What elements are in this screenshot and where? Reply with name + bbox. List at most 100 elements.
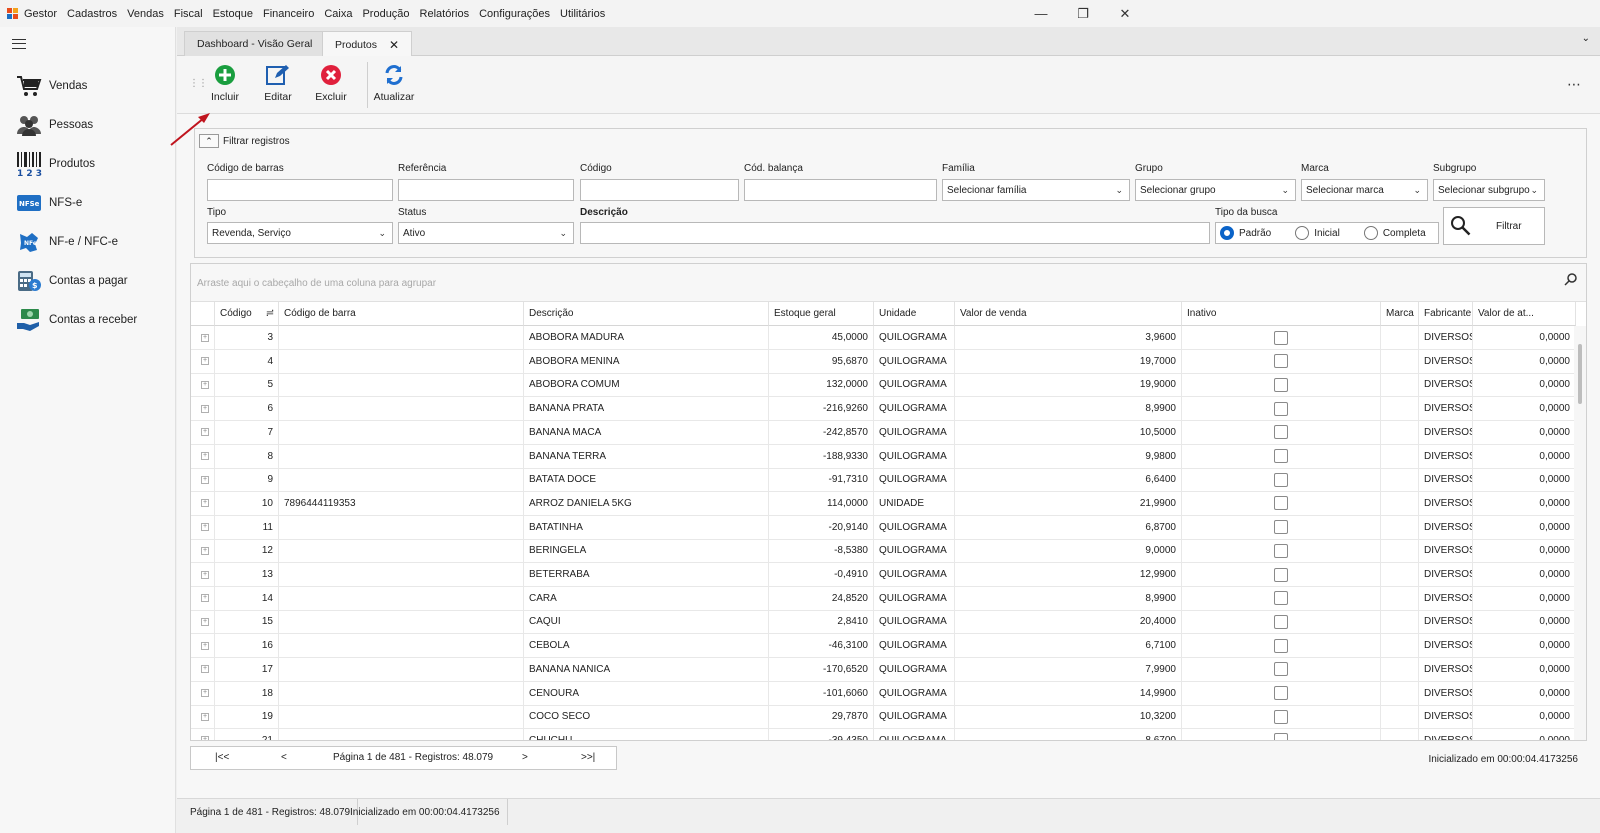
table-row[interactable]: +8 BANANA TERRA -188,9330 QUILOGRAMA 9,9800 D… xyxy=(191,444,1586,469)
table-row[interactable]: +19 COCO SECO 29,7870 QUILOGRAMA 10,3200 DIVE… xyxy=(191,705,1586,730)
row-expander[interactable]: + xyxy=(191,349,215,374)
scrollbar-thumb[interactable] xyxy=(1578,344,1582,404)
grupo-select[interactable]: Selecionar grupo ⌄ xyxy=(1135,179,1296,201)
excluir-button[interactable]: Excluir xyxy=(304,64,358,110)
column-header[interactable]: Estoque geral xyxy=(769,302,874,326)
row-expander[interactable]: + xyxy=(191,491,215,516)
group-by-panel[interactable]: Arraste aqui o cabeçalho de uma coluna p… xyxy=(191,264,1586,302)
referencia-input[interactable] xyxy=(398,179,574,201)
radio-inicial[interactable]: Inicial xyxy=(1295,226,1340,240)
table-row[interactable]: +9 BATATA DOCE -91,7310 QUILOGRAMA 6,6400 DIV… xyxy=(191,468,1586,493)
inativo-checkbox[interactable] xyxy=(1274,543,1288,558)
row-expander[interactable]: + xyxy=(191,728,215,740)
table-cell[interactable] xyxy=(1182,444,1381,469)
vertical-scrollbar[interactable] xyxy=(1574,326,1586,740)
sidebar-item-contas-pagar[interactable]: $ Contas a pagar xyxy=(0,264,176,298)
table-row[interactable]: +11 BATATINHA -20,9140 QUILOGRAMA 6,8700 DIVE… xyxy=(191,515,1586,540)
row-expander[interactable]: + xyxy=(191,397,215,422)
column-header[interactable]: Marca xyxy=(1381,302,1419,326)
table-cell[interactable] xyxy=(1182,563,1381,587)
menu-estoque[interactable]: Estoque xyxy=(208,8,258,20)
atualizar-button[interactable]: Atualizar xyxy=(367,64,421,110)
menu-configuracoes[interactable]: Configurações xyxy=(474,8,555,20)
editar-button[interactable]: Editar xyxy=(251,64,305,110)
sidebar-item-produtos[interactable]: 1 2 3 Produtos xyxy=(0,147,176,181)
table-cell[interactable] xyxy=(1182,326,1381,350)
column-header[interactable]: Unidade xyxy=(874,302,955,326)
inativo-checkbox[interactable] xyxy=(1274,567,1288,582)
row-expander[interactable]: + xyxy=(191,326,215,350)
table-cell[interactable] xyxy=(1182,586,1381,611)
minimize-button[interactable]: — xyxy=(1020,0,1062,27)
radio-completa[interactable]: Completa xyxy=(1363,226,1426,240)
menu-fiscal[interactable]: Fiscal xyxy=(169,8,208,20)
cod-balanca-input[interactable] xyxy=(744,179,937,201)
status-select[interactable]: Ativo ⌄ xyxy=(398,222,574,244)
row-expander[interactable]: + xyxy=(191,586,215,611)
row-expander[interactable]: + xyxy=(191,634,215,659)
descricao-input[interactable] xyxy=(580,222,1210,244)
menu-utilitarios[interactable]: Utilitários xyxy=(555,8,610,20)
table-cell[interactable] xyxy=(1182,705,1381,730)
table-cell[interactable] xyxy=(1182,634,1381,659)
menu-relatorios[interactable]: Relatórios xyxy=(415,8,475,20)
table-cell[interactable] xyxy=(1182,539,1381,564)
search-icon[interactable] xyxy=(1564,272,1578,286)
table-row[interactable]: +10 7896444119353 ARROZ DANIELA 5KG 114,000… xyxy=(191,491,1586,516)
marca-select[interactable]: Selecionar marca ⌄ xyxy=(1301,179,1428,201)
first-page-button[interactable]: |<< xyxy=(215,752,229,763)
menu-financeiro[interactable]: Financeiro xyxy=(258,8,319,20)
row-expander[interactable]: + xyxy=(191,681,215,706)
prev-page-button[interactable]: < xyxy=(281,752,287,763)
table-cell[interactable] xyxy=(1182,610,1381,635)
inativo-checkbox[interactable] xyxy=(1274,638,1288,653)
row-expander[interactable]: + xyxy=(191,444,215,469)
sidebar-item-vendas[interactable]: Vendas xyxy=(0,69,176,103)
inativo-checkbox[interactable] xyxy=(1274,686,1288,700)
inativo-checkbox[interactable] xyxy=(1274,354,1288,369)
close-window-button[interactable]: ✕ xyxy=(1104,0,1146,27)
table-cell[interactable] xyxy=(1182,468,1381,493)
tipo-select[interactable]: Revenda, Serviço ⌄ xyxy=(207,222,393,244)
column-header[interactable]: Inativo xyxy=(1182,302,1381,326)
tab-produtos[interactable]: Produtos ✕ xyxy=(322,31,413,57)
sidebar-item-contas-receber[interactable]: Contas a receber xyxy=(0,303,176,337)
column-header[interactable]: Valor de venda xyxy=(955,302,1182,326)
inativo-checkbox[interactable] xyxy=(1274,425,1288,440)
hamburger-menu-icon[interactable] xyxy=(12,39,26,49)
column-header[interactable]: Código ≓ xyxy=(215,302,279,326)
familia-select[interactable]: Selecionar família ⌄ xyxy=(942,179,1130,201)
sort-asc-icon[interactable]: ≓ xyxy=(266,308,274,319)
table-cell[interactable] xyxy=(1182,657,1381,682)
inativo-checkbox[interactable] xyxy=(1274,377,1288,392)
table-row[interactable]: +5 ABOBORA COMUM 132,0000 QUILOGRAMA 19,9000… xyxy=(191,373,1586,398)
chevron-down-icon[interactable]: ⌄ xyxy=(1582,33,1590,44)
table-cell[interactable] xyxy=(1182,681,1381,706)
table-cell[interactable] xyxy=(1182,349,1381,374)
table-cell[interactable] xyxy=(1182,491,1381,516)
inativo-checkbox[interactable] xyxy=(1274,662,1288,677)
menu-caixa[interactable]: Caixa xyxy=(319,8,357,20)
restore-button[interactable]: ❐ xyxy=(1062,0,1104,27)
menu-producao[interactable]: Produção xyxy=(357,8,414,20)
table-row[interactable]: +12 BERINGELA -8,5380 QUILOGRAMA 9,0000 DIVER… xyxy=(191,539,1586,564)
sidebar-item-pessoas[interactable]: Pessoas xyxy=(0,108,176,142)
row-expander[interactable]: + xyxy=(191,563,215,587)
table-row[interactable]: +16 CEBOLA -46,3100 QUILOGRAMA 6,7100 DIVERSO… xyxy=(191,634,1586,659)
inativo-checkbox[interactable] xyxy=(1274,709,1288,724)
table-row[interactable]: +4 ABOBORA MENINA 95,6870 QUILOGRAMA 19,7000… xyxy=(191,349,1586,374)
column-header[interactable]: Descrição xyxy=(524,302,769,326)
table-row[interactable]: +15 CAQUI 2,8410 QUILOGRAMA 20,4000 DIVERSOS 0… xyxy=(191,610,1586,635)
row-expander[interactable]: + xyxy=(191,420,215,445)
menu-gestor[interactable]: Gestor xyxy=(24,8,62,20)
radio-padrao[interactable]: Padrão xyxy=(1220,226,1271,240)
row-expander[interactable]: + xyxy=(191,610,215,635)
close-icon[interactable]: ✕ xyxy=(389,38,399,52)
table-cell[interactable] xyxy=(1182,420,1381,445)
row-expander[interactable]: + xyxy=(191,539,215,564)
table-row[interactable]: +3 ABOBORA MADURA 45,0000 QUILOGRAMA 3,9600 D… xyxy=(191,326,1586,350)
table-cell[interactable] xyxy=(1182,397,1381,422)
table-cell[interactable] xyxy=(1182,728,1381,740)
inativo-checkbox[interactable] xyxy=(1274,472,1288,487)
inativo-checkbox[interactable] xyxy=(1274,520,1288,535)
